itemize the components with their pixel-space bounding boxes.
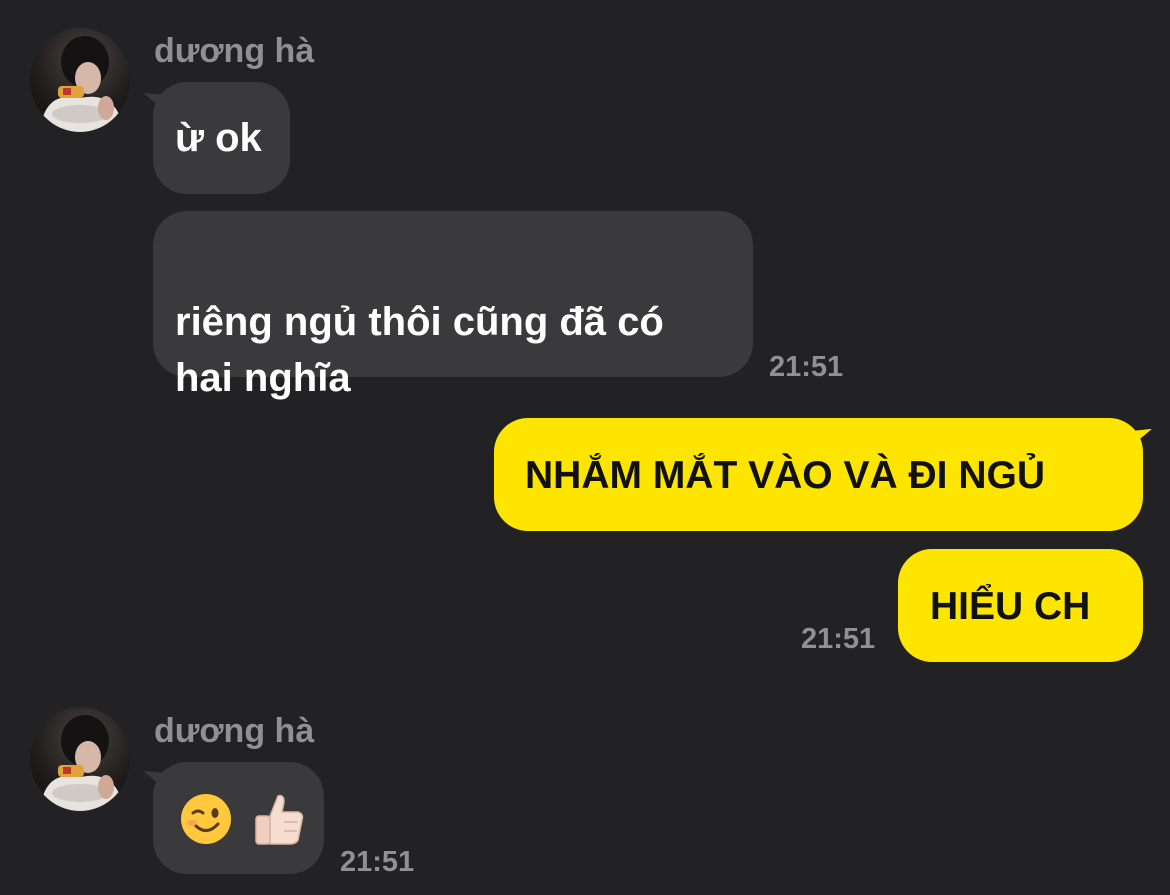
avatar[interactable]: [30, 28, 130, 132]
message-bubble[interactable]: riêng ngủ thôi cũng đã có hai nghĩa: [153, 211, 753, 400]
message-text: NHẮM MẮT VÀO VÀ ĐI NGỦ: [525, 454, 1045, 497]
winking-face-emoji: [179, 792, 233, 861]
message-bubble[interactable]: [153, 762, 324, 874]
thumbs-up-emoji: [250, 790, 308, 863]
message-bubble[interactable]: NHẮM MẮT VÀO VÀ ĐI NGỦ: [494, 418, 1143, 531]
message-text: HIỂU CH: [930, 585, 1091, 628]
message-timestamp: 21:51: [769, 351, 844, 383]
sender-name: dương hà: [154, 32, 315, 70]
message-text: ừ ok: [175, 116, 262, 160]
sender-name: dương hà: [154, 712, 315, 750]
message-text: riêng ngủ thôi cũng đã có hai nghĩa: [175, 300, 664, 400]
avatar-photo-icon: [40, 715, 124, 811]
message-timestamp: 21:51: [801, 623, 876, 655]
message-timestamp: 21:51: [340, 846, 415, 878]
message-bubble[interactable]: ừ ok: [153, 82, 290, 194]
avatar[interactable]: [30, 707, 130, 811]
message-bubble[interactable]: HIỂU CH: [898, 549, 1143, 662]
avatar-photo-icon: [40, 36, 124, 132]
